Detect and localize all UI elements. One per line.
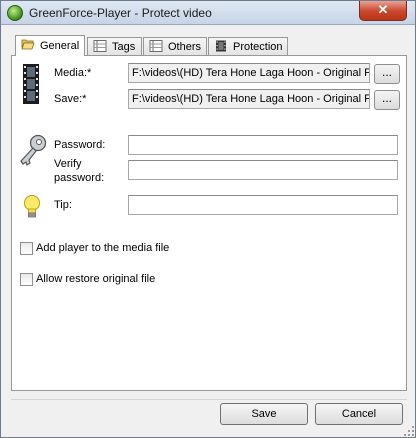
tip-input[interactable] [128, 195, 398, 215]
save-button[interactable]: Save [220, 403, 308, 425]
resize-grip-icon[interactable] [404, 426, 414, 436]
tab-protection[interactable]: Protection [208, 37, 288, 55]
tab-others[interactable]: Others [143, 37, 207, 55]
allow-restore-checkbox[interactable] [20, 273, 33, 286]
save-path-label: Save:* [54, 93, 87, 105]
verify-password-label-line2: password: [54, 172, 105, 184]
tab-tags-label: Tags [112, 41, 136, 53]
list-icon [149, 40, 163, 52]
verify-password-label-line1: Verify [54, 158, 82, 170]
tip-label: Tip: [54, 199, 72, 211]
password-label: Password: [54, 139, 106, 151]
verify-password-input[interactable] [128, 160, 398, 180]
allow-restore-label: Allow restore original file [36, 273, 156, 285]
tab-general[interactable]: General [15, 35, 85, 56]
film-strip-icon [23, 64, 39, 104]
save-path-field[interactable]: F:\videos\(HD) Tera Hone Laga Hoon - Ori… [128, 89, 370, 109]
tab-general-label: General [40, 40, 80, 52]
light-bulb-icon [24, 195, 40, 218]
close-button[interactable]: ✕ [359, 1, 407, 21]
key-icon [20, 134, 47, 166]
tab-tags[interactable]: Tags [87, 37, 142, 55]
password-input[interactable] [128, 135, 398, 155]
add-player-label: Add player to the media file [36, 242, 170, 254]
app-logo-icon [7, 5, 23, 21]
allow-restore-checkbox-row[interactable]: Allow restore original file [20, 273, 220, 287]
film-icon [216, 40, 226, 52]
general-tab-panel: Media:* F:\videos\(HD) Tera Hone Laga Ho… [11, 55, 407, 391]
title-bar[interactable]: GreenForce-Player - Protect video ✕ [1, 1, 415, 25]
footer-divider [11, 399, 407, 400]
window-title: GreenForce-Player - Protect video [29, 6, 212, 20]
tab-protection-label: Protection [233, 41, 283, 53]
list-icon [93, 40, 107, 52]
folder-open-icon [21, 39, 35, 50]
media-path-field[interactable]: F:\videos\(HD) Tera Hone Laga Hoon - Ori… [128, 63, 370, 83]
tab-others-label: Others [168, 41, 202, 53]
protect-video-window: GreenForce-Player - Protect video ✕ Gene… [0, 0, 416, 438]
media-label: Media:* [54, 67, 92, 79]
media-browse-button[interactable]: ... [374, 64, 400, 84]
save-browse-button[interactable]: ... [374, 90, 400, 110]
add-player-checkbox-row[interactable]: Add player to the media file [20, 242, 220, 256]
add-player-checkbox[interactable] [20, 242, 33, 255]
cancel-button[interactable]: Cancel [315, 403, 403, 425]
